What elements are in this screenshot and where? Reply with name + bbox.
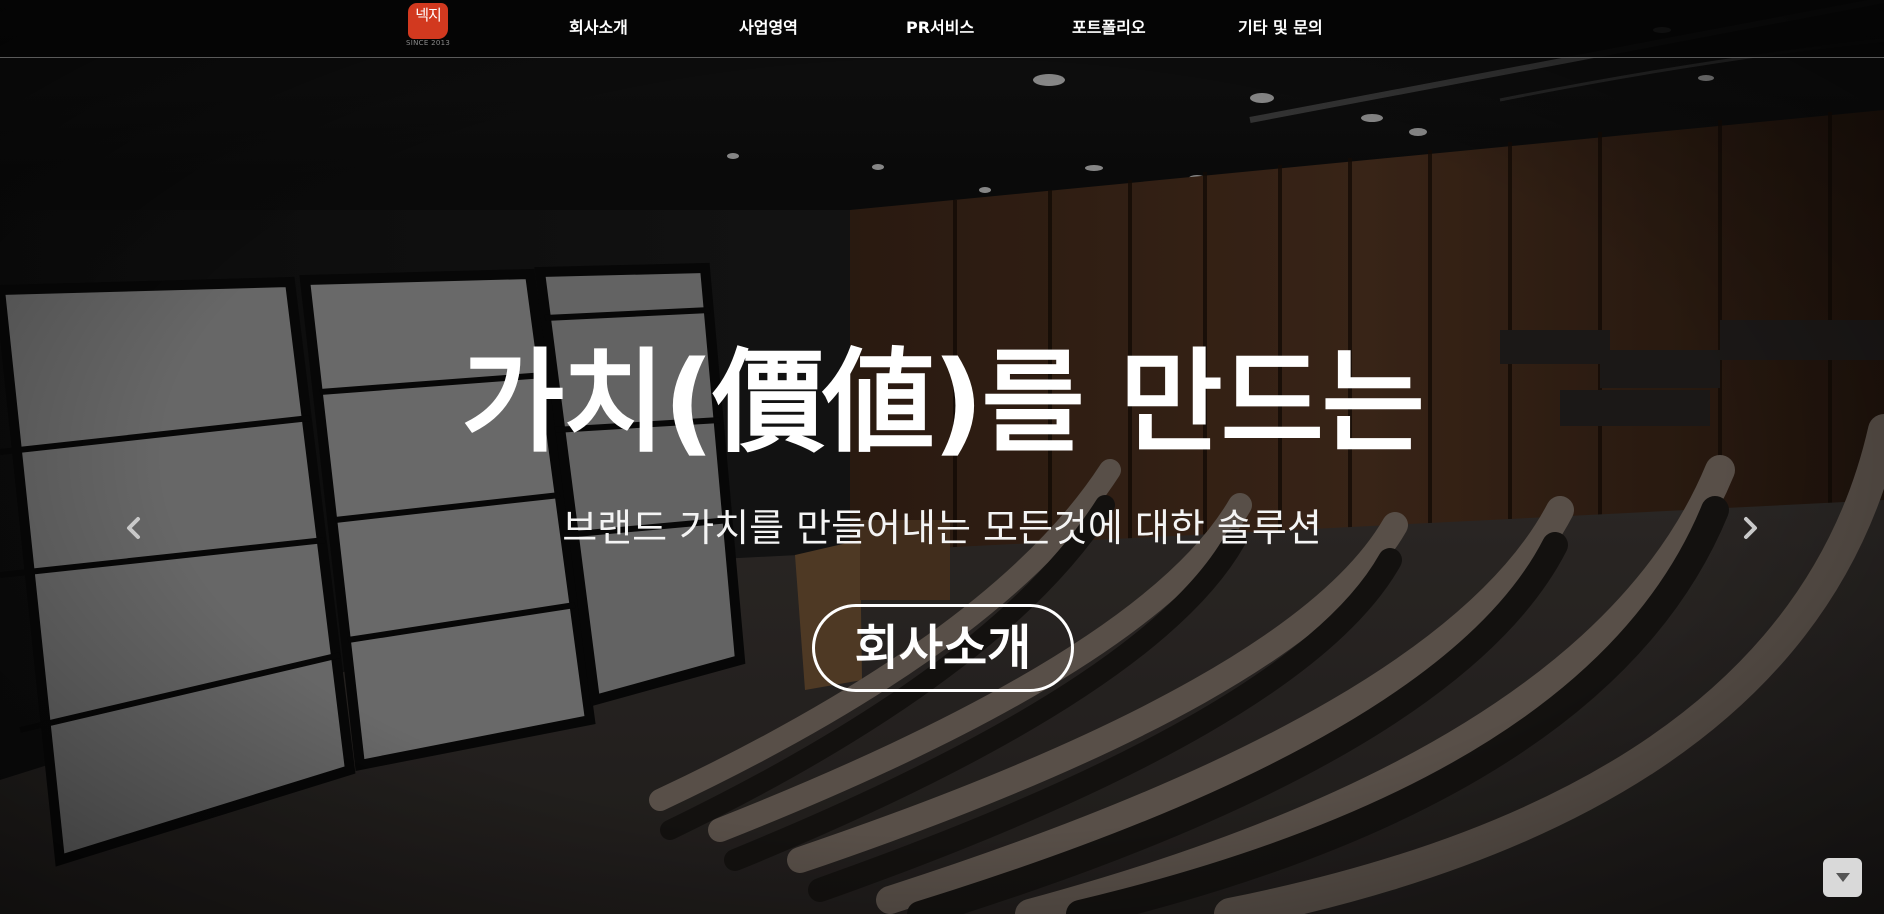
nav-item-company[interactable]: 회사소개 — [569, 14, 628, 38]
hero-page: 넥지 SINCE 2013 회사소개 사업영역 PR서비스 포트폴리오 기타 및… — [0, 0, 1884, 914]
nav-item-contact[interactable]: 기타 및 문의 — [1238, 14, 1323, 38]
hero-title: 가치(價値)를 만드는 — [461, 338, 1425, 468]
carousel-next-button[interactable] — [1738, 516, 1762, 540]
nav-item-business[interactable]: 사업영역 — [739, 14, 798, 38]
main-nav: 회사소개 사업영역 PR서비스 포트폴리오 기타 및 문의 — [0, 0, 1884, 50]
carousel-prev-button[interactable] — [122, 516, 146, 540]
site-header: 넥지 SINCE 2013 회사소개 사업영역 PR서비스 포트폴리오 기타 및… — [0, 0, 1884, 58]
chevron-left-icon — [127, 517, 140, 539]
chevron-right-icon — [1744, 517, 1757, 539]
company-intro-button[interactable]: 회사소개 — [812, 604, 1074, 692]
hero-subtitle: 브랜드 가치를 만들어내는 모든것에 대한 솔루션 — [562, 506, 1322, 550]
nav-item-portfolio[interactable]: 포트폴리오 — [1072, 14, 1146, 38]
scroll-down-button[interactable] — [1823, 858, 1862, 897]
nav-item-pr-service[interactable]: PR서비스 — [906, 14, 974, 38]
caret-down-icon — [1835, 873, 1850, 882]
